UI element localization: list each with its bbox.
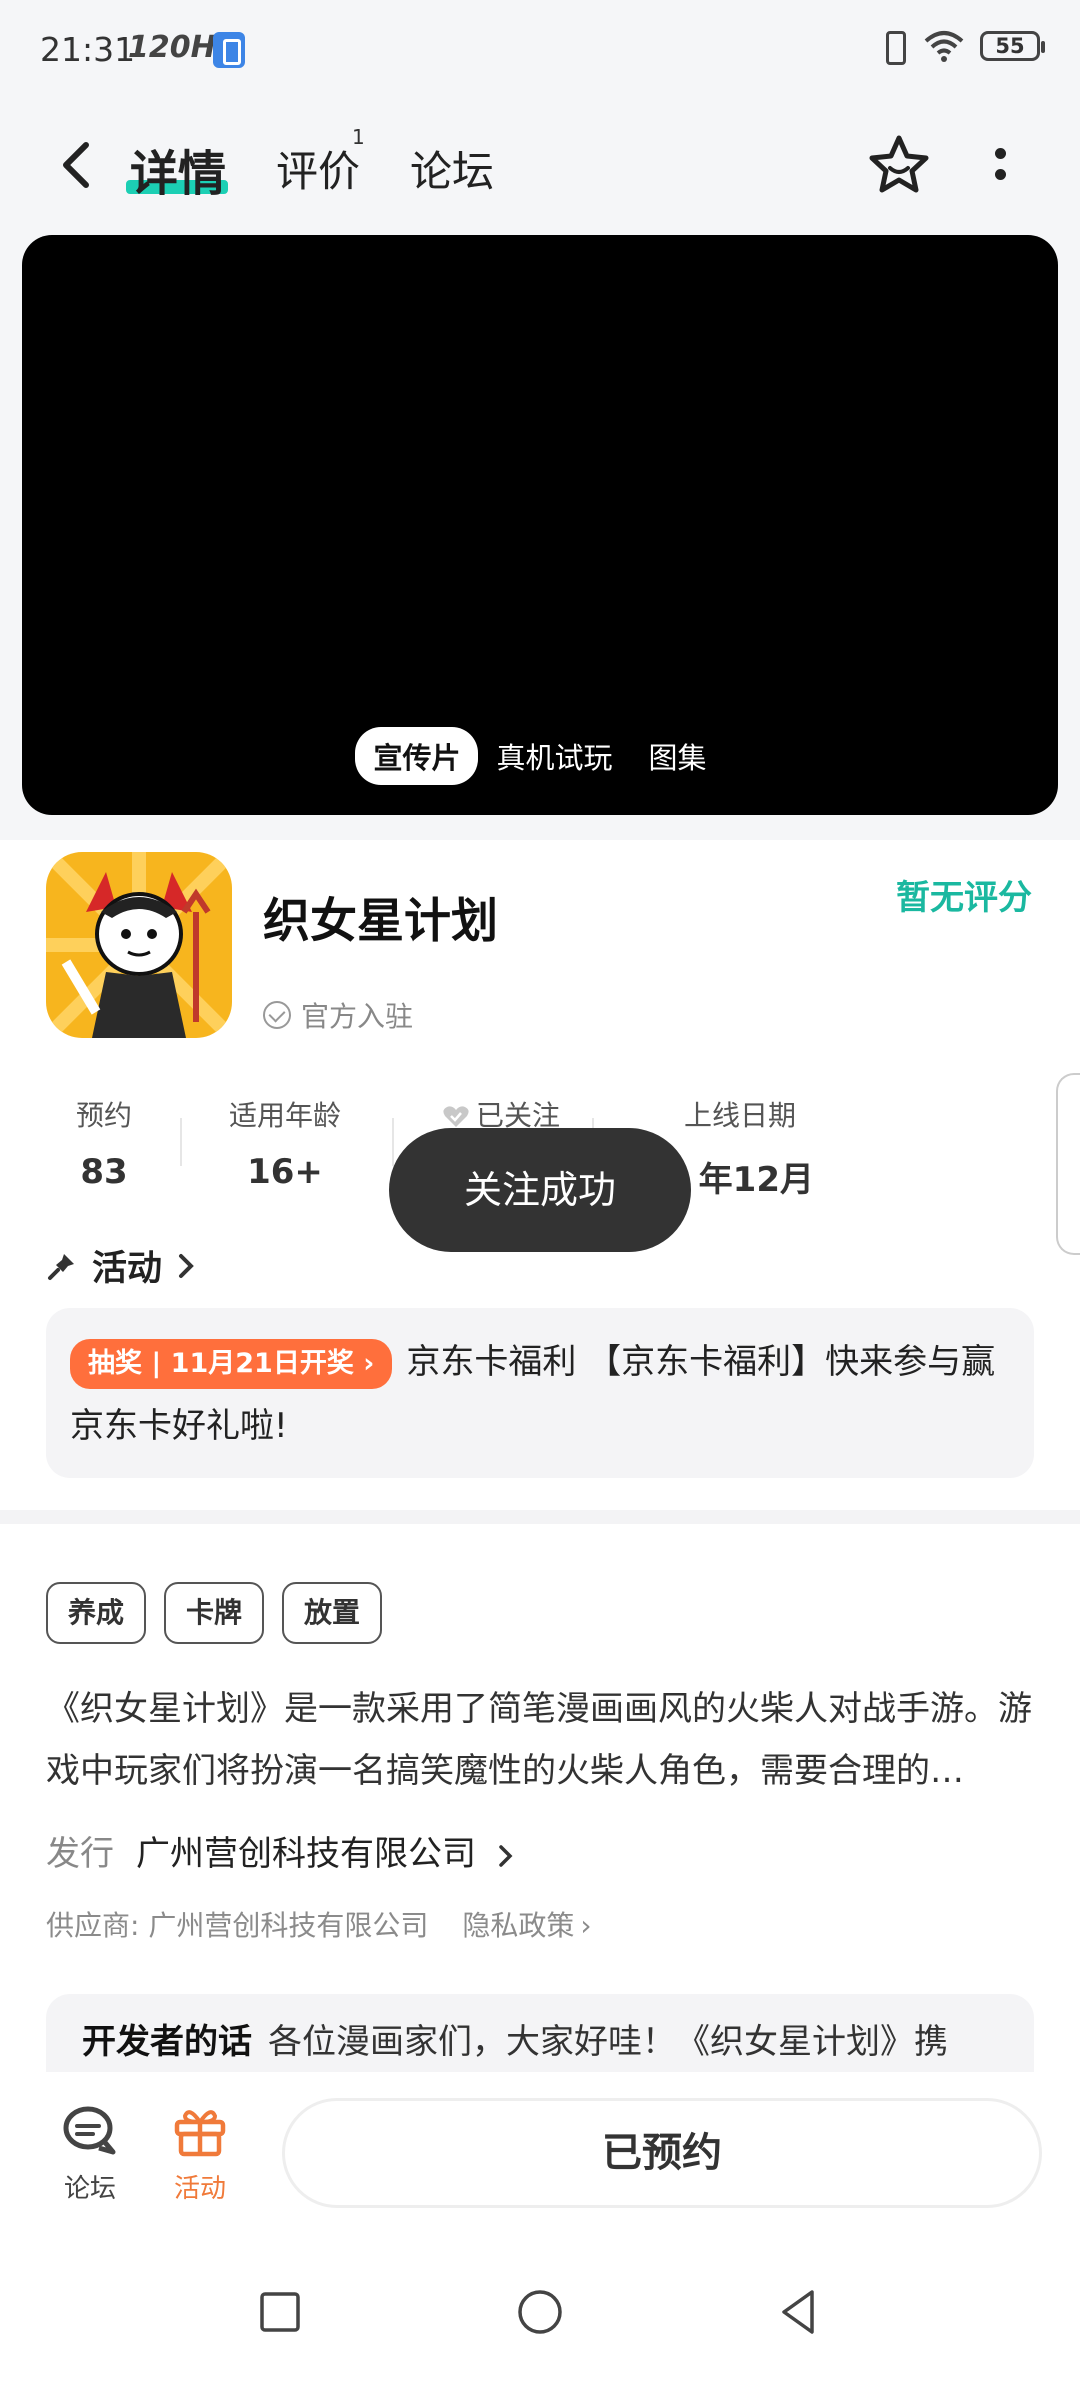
stat-label: 适用年龄 xyxy=(228,1099,341,1132)
app-name: 织女星计划 xyxy=(263,894,498,949)
app-icon[interactable] xyxy=(46,852,232,1038)
vibrate-icon xyxy=(878,28,908,65)
tag-item[interactable]: 卡牌 xyxy=(164,1582,265,1644)
system-nav-bar xyxy=(0,2242,1080,2400)
supplier-text: 供应商: 广州营创科技有限公司 xyxy=(46,1909,429,1942)
chevron-right-icon xyxy=(179,1253,194,1278)
media-tab-gameplay[interactable]: 真机试玩 xyxy=(478,727,630,785)
heart-check-icon xyxy=(443,1106,469,1127)
activity-button[interactable]: 活动 xyxy=(160,2104,240,2205)
activity-card[interactable]: 抽奖 | 11月21日开奖 › 京东卡福利 【京东卡福利】快来参与赢京东卡好礼啦! xyxy=(46,1308,1034,1478)
forum-button[interactable]: 论坛 xyxy=(50,2104,130,2205)
tab-forum[interactable]: 论坛 xyxy=(410,138,494,199)
star-icon[interactable] xyxy=(866,132,932,198)
gift-icon xyxy=(174,2110,226,2157)
chevron-right-icon xyxy=(499,1844,513,1867)
rating-text: 暂无评分 xyxy=(896,878,1032,918)
status-right: 55 xyxy=(878,28,1045,65)
tag-item[interactable]: 养成 xyxy=(46,1582,147,1644)
notification-icon xyxy=(213,32,245,68)
video-player[interactable]: 宣传片 真机试玩 图集 xyxy=(22,235,1058,815)
media-tabs: 宣传片 真机试玩 图集 xyxy=(22,727,1058,785)
reserved-button[interactable]: 已预约 xyxy=(282,2098,1042,2208)
recents-icon[interactable] xyxy=(252,2284,308,2340)
more-options-icon[interactable] xyxy=(980,140,1020,196)
publisher-name: 广州营创科技有限公司 xyxy=(136,1834,476,1874)
official-badge: 官方入驻 xyxy=(263,995,413,1035)
top-nav: 详情 评价 1 论坛 xyxy=(0,100,1080,230)
activity-header[interactable]: 活动 xyxy=(46,1240,196,1291)
official-label: 官方入驻 xyxy=(301,1000,414,1033)
stat-label: 上线日期 xyxy=(683,1099,796,1132)
status-bar: 21:31 120Hz 55 xyxy=(0,0,1080,100)
check-circle-icon xyxy=(263,1001,291,1029)
publisher-label: 发行 xyxy=(46,1834,114,1874)
publisher-row[interactable]: 发行 广州营创科技有限公司 xyxy=(46,1826,517,1875)
stat-age: 适用年龄 16+ xyxy=(210,1094,360,1192)
app-detail-page: 21:31 120Hz 55 详情 评价 1 论坛 宣传片 真机试玩 图集 织女… xyxy=(0,0,1080,2400)
forum-label: 论坛 xyxy=(63,2174,116,2204)
stat-divider xyxy=(180,1118,182,1166)
media-tab-gallery[interactable]: 图集 xyxy=(631,727,725,785)
bottom-action-bar: 论坛 活动 已预约 xyxy=(0,2072,1080,2242)
media-section: 宣传片 真机试玩 图集 xyxy=(0,230,1080,840)
privacy-policy-link[interactable]: 隐私政策 xyxy=(462,1909,574,1942)
activity-label: 活动 xyxy=(173,2174,226,2204)
status-time: 21:31 xyxy=(40,30,136,69)
stat-reservations: 预约 83 xyxy=(46,1094,162,1192)
lottery-badge: 抽奖 | 11月21日开奖 › xyxy=(70,1338,393,1389)
wifi-icon xyxy=(924,31,964,62)
tag-list: 养成 卡牌 放置 xyxy=(46,1582,383,1644)
stat-label: 预约 xyxy=(75,1099,132,1132)
back-triangle-icon[interactable] xyxy=(772,2284,828,2340)
activity-title: 活动 xyxy=(92,1249,163,1289)
developer-note-title: 开发者的话 xyxy=(82,2022,252,2062)
reviews-count-badge: 1 xyxy=(352,125,365,149)
chat-bubble-icon xyxy=(63,2106,116,2155)
battery-indicator: 55 xyxy=(980,31,1045,61)
pin-icon xyxy=(48,1253,74,1280)
back-arrow-icon[interactable] xyxy=(48,135,108,195)
developer-note-text: 各位漫画家们，大家好哇！《织女星计划》携 xyxy=(268,2022,948,2062)
side-pull-tab[interactable] xyxy=(1056,1073,1080,1255)
stat-value: 83 xyxy=(80,1152,128,1192)
badge-date: 11月21日开奖 xyxy=(170,1347,354,1379)
section-divider xyxy=(0,1510,1080,1524)
media-tab-trailer[interactable]: 宣传片 xyxy=(355,727,479,785)
tab-details[interactable]: 详情 xyxy=(130,134,226,204)
supplier-row: 供应商: 广州营创科技有限公司 隐私政策 › xyxy=(46,1909,592,1942)
tag-item[interactable]: 放置 xyxy=(282,1582,383,1644)
home-icon[interactable] xyxy=(512,2284,568,2340)
toast-message: 关注成功 xyxy=(389,1128,691,1252)
stat-value: 16+ xyxy=(247,1152,323,1192)
tab-reviews[interactable]: 评价 xyxy=(276,138,360,199)
game-description[interactable]: 《织女星计划》是一款采用了简笔漫画画风的火柴人对战手游。游戏中玩家们将扮演一名搞… xyxy=(46,1678,1036,1802)
badge-type: 抽奖 xyxy=(88,1347,142,1379)
stat-divider xyxy=(392,1118,394,1166)
